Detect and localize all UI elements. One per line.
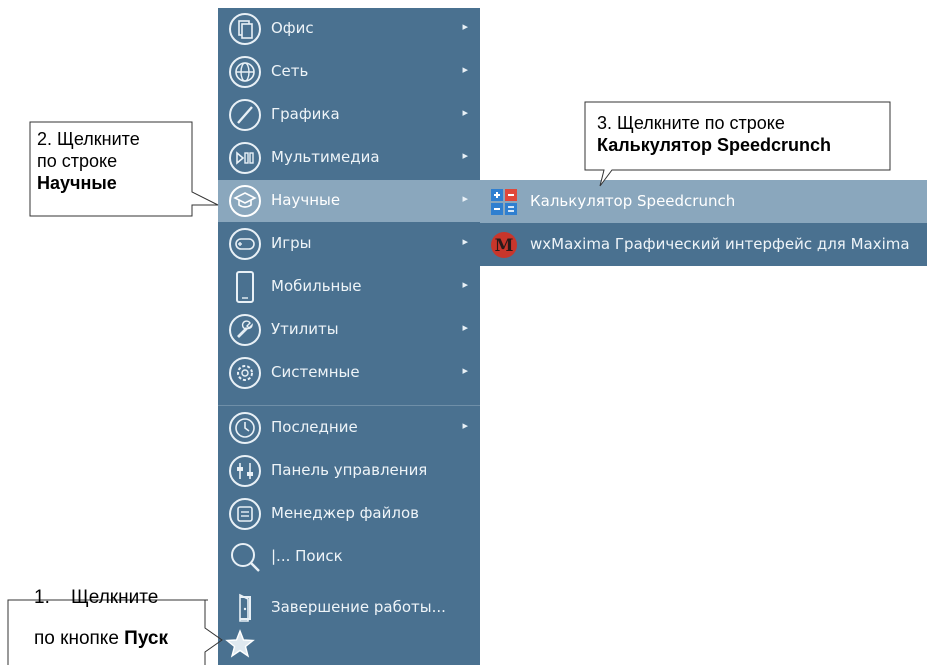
- menu-item-system[interactable]: Системные ▸: [218, 352, 480, 394]
- utilities-icon: [228, 313, 262, 347]
- submenu-item-speedcrunch[interactable]: Калькулятор Speedcrunch: [480, 180, 927, 223]
- menu-item-label: Утилиты: [271, 320, 339, 338]
- control-panel-icon: [228, 454, 262, 488]
- menu-item-search[interactable]: |... Поиск: [218, 536, 480, 578]
- callout-text: 3. Щелкните по строке: [597, 113, 785, 133]
- menu-item-label: Офис: [271, 19, 314, 37]
- science-submenu: Калькулятор Speedcrunch M wxMaxima Графи…: [480, 180, 927, 266]
- multimedia-icon: [228, 141, 262, 175]
- start-button[interactable]: [223, 627, 257, 661]
- menu-item-control-panel[interactable]: Панель управления: [218, 450, 480, 492]
- menu-item-science[interactable]: Научные ▸: [218, 180, 480, 222]
- calculator-icon: [490, 188, 518, 216]
- star-icon: [223, 627, 257, 661]
- start-menu: Офис ▸ Сеть ▸ Графика ▸ Мультимедиа ▸ На…: [218, 8, 480, 665]
- menu-item-label: Мультимедиа: [271, 148, 380, 166]
- callout-text-bold: Калькулятор Speedcrunch: [597, 135, 832, 155]
- submenu-arrow-icon: ▸: [462, 278, 468, 291]
- shutdown-icon: [228, 591, 262, 625]
- submenu-item-label: Калькулятор Speedcrunch: [530, 192, 736, 210]
- submenu-arrow-icon: ▸: [462, 192, 468, 205]
- callout-text: по строке: [37, 151, 118, 171]
- menu-item-games[interactable]: Игры ▸: [218, 223, 480, 265]
- submenu-item-label: wxMaxima Графический интерфейс для Maxim…: [530, 235, 910, 253]
- menu-item-multimedia[interactable]: Мультимедиа ▸: [218, 137, 480, 179]
- svg-text:M: M: [495, 236, 514, 256]
- menu-item-network[interactable]: Сеть ▸: [218, 51, 480, 93]
- menu-item-label: Менеджер файлов: [271, 504, 419, 522]
- search-icon: [228, 540, 262, 574]
- file-manager-icon: [228, 497, 262, 531]
- submenu-arrow-icon: ▸: [462, 63, 468, 76]
- search-input: |... Поиск: [271, 547, 343, 565]
- menu-item-label: Игры: [271, 234, 312, 252]
- office-icon: [228, 12, 262, 46]
- mobile-icon: [228, 270, 262, 304]
- menu-item-recent[interactable]: Последние ▸: [218, 407, 480, 449]
- callout-text: 2. Щелкните: [37, 129, 140, 149]
- menu-item-label: Завершение работы...: [271, 598, 446, 616]
- menu-item-file-manager[interactable]: Менеджер файлов: [218, 493, 480, 535]
- submenu-arrow-icon: ▸: [462, 20, 468, 33]
- menu-item-mobile[interactable]: Мобильные ▸: [218, 266, 480, 308]
- callout-text-bold: Пуск: [124, 628, 168, 649]
- callout-step-1-line2: по кнопке Пуск: [34, 628, 168, 650]
- submenu-arrow-icon: ▸: [462, 235, 468, 248]
- submenu-arrow-icon: ▸: [462, 419, 468, 432]
- callout-step-2: 2. Щелкните по строке Научные: [37, 128, 140, 194]
- menu-item-label: Последние: [271, 418, 358, 436]
- science-icon: [228, 184, 262, 218]
- menu-item-label: Научные: [271, 191, 341, 209]
- submenu-arrow-icon: ▸: [462, 321, 468, 334]
- menu-item-label: Сеть: [271, 62, 309, 80]
- submenu-arrow-icon: ▸: [462, 106, 468, 119]
- callout-step-1: 1. Щелкните: [34, 587, 158, 609]
- callout-text-bold: Научные: [37, 173, 117, 193]
- graphics-icon: [228, 98, 262, 132]
- system-icon: [228, 356, 262, 390]
- menu-item-graphics[interactable]: Графика ▸: [218, 94, 480, 136]
- submenu-item-wxmaxima[interactable]: M wxMaxima Графический интерфейс для Max…: [480, 223, 927, 266]
- menu-item-label: Системные: [271, 363, 360, 381]
- menu-item-shutdown[interactable]: Завершение работы...: [218, 587, 480, 629]
- network-icon: [228, 55, 262, 89]
- callout-text: 1. Щелкните: [34, 587, 159, 608]
- submenu-arrow-icon: ▸: [462, 149, 468, 162]
- maxima-icon: M: [490, 231, 518, 259]
- menu-item-office[interactable]: Офис ▸: [218, 8, 480, 50]
- menu-item-utilities[interactable]: Утилиты ▸: [218, 309, 480, 351]
- callout-text: по кнопке: [34, 628, 125, 649]
- games-icon: [228, 227, 262, 261]
- menu-item-label: Графика: [271, 105, 340, 123]
- menu-item-label: Панель управления: [271, 461, 428, 479]
- submenu-arrow-icon: ▸: [462, 364, 468, 377]
- callout-step-3: 3. Щелкните по строке Калькулятор Speedc…: [597, 112, 831, 156]
- recent-icon: [228, 411, 262, 445]
- menu-item-label: Мобильные: [271, 277, 362, 295]
- menu-divider: [218, 405, 480, 406]
